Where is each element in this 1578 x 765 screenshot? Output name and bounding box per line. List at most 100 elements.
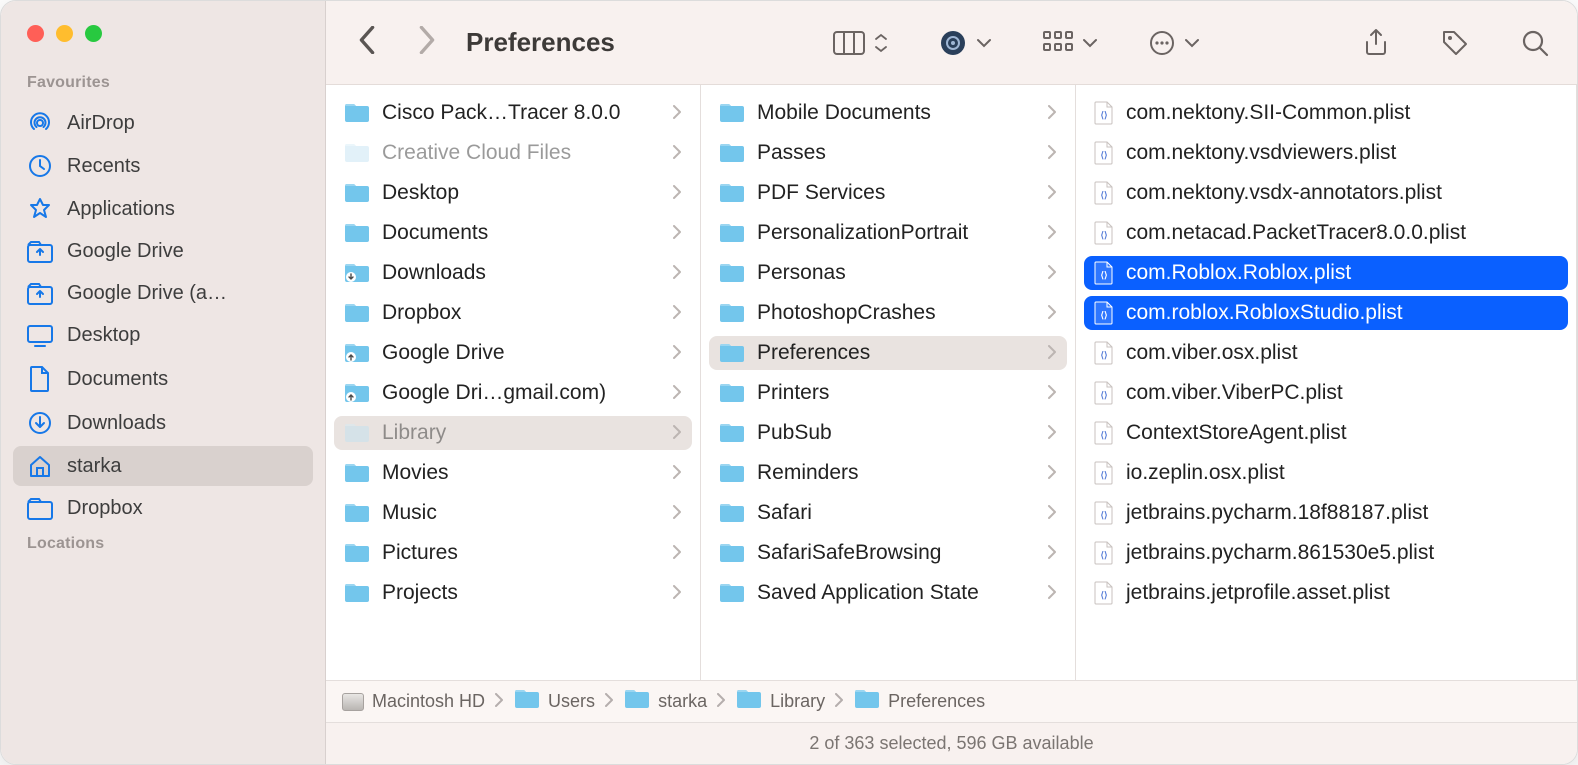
- zoom-window-button[interactable]: [85, 25, 102, 42]
- share-button[interactable]: [1363, 28, 1389, 58]
- file-row[interactable]: ⟨⟩com.netacad.PacketTracer8.0.0.plist: [1084, 216, 1568, 250]
- folder-row[interactable]: Creative Cloud Files: [334, 136, 692, 170]
- file-row[interactable]: ⟨⟩ io.zeplin.osx.plist: [1084, 456, 1568, 490]
- folder-row[interactable]: Desktop: [334, 176, 692, 210]
- folder-icon: [344, 142, 370, 164]
- folder-row[interactable]: Safari: [709, 496, 1067, 530]
- svg-text:⟨⟩: ⟨⟩: [1100, 470, 1107, 480]
- quick-look-button[interactable]: [939, 29, 991, 57]
- folder-row[interactable]: Preferences: [709, 336, 1067, 370]
- folder-icon: [344, 342, 370, 364]
- file-row[interactable]: ⟨⟩ContextStoreAgent.plist: [1084, 416, 1568, 450]
- file-row[interactable]: ⟨⟩com.roblox.RobloxStudio.plist: [1084, 296, 1568, 330]
- path-segment[interactable]: Library: [736, 688, 825, 715]
- close-window-button[interactable]: [27, 25, 44, 42]
- file-label: io.zeplin.osx.plist: [1126, 461, 1285, 485]
- chevron-right-icon: [673, 143, 682, 164]
- sidebar-item[interactable]: Downloads: [13, 403, 313, 443]
- sidebar-item[interactable]: Applications: [13, 189, 313, 229]
- path-segment[interactable]: Preferences: [854, 688, 985, 715]
- view-mode-columns-button[interactable]: [833, 31, 887, 55]
- folder-row[interactable]: PubSub: [709, 416, 1067, 450]
- folder-row[interactable]: Music: [334, 496, 692, 530]
- folder-icon: [344, 542, 370, 564]
- folder-row[interactable]: Google Drive: [334, 336, 692, 370]
- file-row[interactable]: ⟨⟩com.viber.ViberPC.plist: [1084, 376, 1568, 410]
- folder-row[interactable]: Mobile Documents: [709, 96, 1067, 130]
- folder-row[interactable]: Library: [334, 416, 692, 450]
- file-label: ContextStoreAgent.plist: [1126, 421, 1347, 445]
- path-label: Macintosh HD: [372, 691, 485, 712]
- gdrive-icon: [27, 283, 53, 305]
- sidebar-item[interactable]: AirDrop: [13, 103, 313, 143]
- folder-row[interactable]: PhotoshopCrashes: [709, 296, 1067, 330]
- column-1[interactable]: Cisco Pack…Tracer 8.0.0 Creative Cloud Fi…: [326, 85, 701, 680]
- file-row[interactable]: ⟨⟩jetbrains.pycharm.18f88187.plist: [1084, 496, 1568, 530]
- file-row[interactable]: ⟨⟩com.nektony.vsdviewers.plist: [1084, 136, 1568, 170]
- sidebar-item[interactable]: Google Drive: [13, 232, 313, 271]
- recents-icon: [27, 154, 53, 178]
- path-segment[interactable]: Users: [514, 688, 595, 715]
- sidebar-item[interactable]: Documents: [13, 358, 313, 400]
- chevron-right-icon: [673, 183, 682, 204]
- path-bar[interactable]: Macintosh HD Users starka Library Preference…: [326, 680, 1577, 722]
- sidebar-item-label: AirDrop: [67, 112, 135, 135]
- sidebar-item-label: Recents: [67, 155, 140, 178]
- folder-row[interactable]: Saved Application State: [709, 576, 1067, 610]
- file-row[interactable]: ⟨⟩com.Roblox.Roblox.plist: [1084, 256, 1568, 290]
- folder-row[interactable]: Google Dri…gmail.com): [334, 376, 692, 410]
- search-button[interactable]: [1521, 29, 1549, 57]
- folder-icon: [719, 502, 745, 524]
- chevron-right-icon: [1048, 183, 1057, 204]
- chevron-right-icon: [495, 691, 504, 712]
- plist-file-icon: ⟨⟩: [1094, 181, 1114, 205]
- folder-row[interactable]: Passes: [709, 136, 1067, 170]
- file-row[interactable]: ⟨⟩com.viber.osx.plist: [1084, 336, 1568, 370]
- action-menu-button[interactable]: [1149, 30, 1199, 56]
- file-row[interactable]: ⟨⟩com.nektony.vsdx-annotators.plist: [1084, 176, 1568, 210]
- folder-row[interactable]: SafariSafeBrowsing: [709, 536, 1067, 570]
- folder-row[interactable]: Pictures: [334, 536, 692, 570]
- path-segment[interactable]: starka: [624, 688, 707, 715]
- folder-row[interactable]: Dropbox: [334, 296, 692, 330]
- group-by-button[interactable]: [1043, 31, 1097, 55]
- folder-row[interactable]: Cisco Pack…Tracer 8.0.0: [334, 96, 692, 130]
- folder-label: PhotoshopCrashes: [757, 301, 1048, 325]
- folder-row[interactable]: Printers: [709, 376, 1067, 410]
- sidebar-item[interactable]: Recents: [13, 146, 313, 186]
- folder-row[interactable]: Reminders: [709, 456, 1067, 490]
- sidebar-item[interactable]: Dropbox: [13, 489, 313, 528]
- folder-row[interactable]: PersonalizationPortrait: [709, 216, 1067, 250]
- path-segment[interactable]: Macintosh HD: [342, 691, 485, 712]
- column-3[interactable]: ⟨⟩com.nektony.SII-Common.plist ⟨⟩com.nekt…: [1076, 85, 1577, 680]
- folder-row[interactable]: PDF Services: [709, 176, 1067, 210]
- column-2[interactable]: Mobile Documents Passes PDF Services Person…: [701, 85, 1076, 680]
- svg-text:⟨⟩: ⟨⟩: [1100, 110, 1107, 120]
- folder-row[interactable]: Projects: [334, 576, 692, 610]
- tags-button[interactable]: [1441, 29, 1469, 57]
- file-label: jetbrains.pycharm.861530e5.plist: [1126, 541, 1434, 565]
- chevron-right-icon: [1048, 303, 1057, 324]
- file-row[interactable]: ⟨⟩jetbrains.pycharm.861530e5.plist: [1084, 536, 1568, 570]
- chevron-right-icon: [717, 691, 726, 712]
- chevron-right-icon: [1048, 343, 1057, 364]
- chevron-right-icon: [1048, 143, 1057, 164]
- forward-button[interactable]: [418, 26, 436, 59]
- plist-file-icon: ⟨⟩: [1094, 381, 1114, 405]
- file-label: jetbrains.jetprofile.asset.plist: [1126, 581, 1390, 605]
- folder-row[interactable]: Personas: [709, 256, 1067, 290]
- svg-text:⟨⟩: ⟨⟩: [1100, 590, 1107, 600]
- plist-file-icon: ⟨⟩: [1094, 461, 1114, 485]
- chevron-right-icon: [1048, 223, 1057, 244]
- minimize-window-button[interactable]: [56, 25, 73, 42]
- sidebar-item[interactable]: starka: [13, 446, 313, 486]
- folder-icon: [719, 462, 745, 484]
- folder-row[interactable]: Documents: [334, 216, 692, 250]
- folder-row[interactable]: Movies: [334, 456, 692, 490]
- sidebar-item[interactable]: Google Drive (a…: [13, 274, 313, 313]
- file-row[interactable]: ⟨⟩ jetbrains.jetprofile.asset.plist: [1084, 576, 1568, 610]
- sidebar-item[interactable]: Desktop: [13, 316, 313, 355]
- file-row[interactable]: ⟨⟩com.nektony.SII-Common.plist: [1084, 96, 1568, 130]
- back-button[interactable]: [358, 26, 376, 59]
- folder-row[interactable]: Downloads: [334, 256, 692, 290]
